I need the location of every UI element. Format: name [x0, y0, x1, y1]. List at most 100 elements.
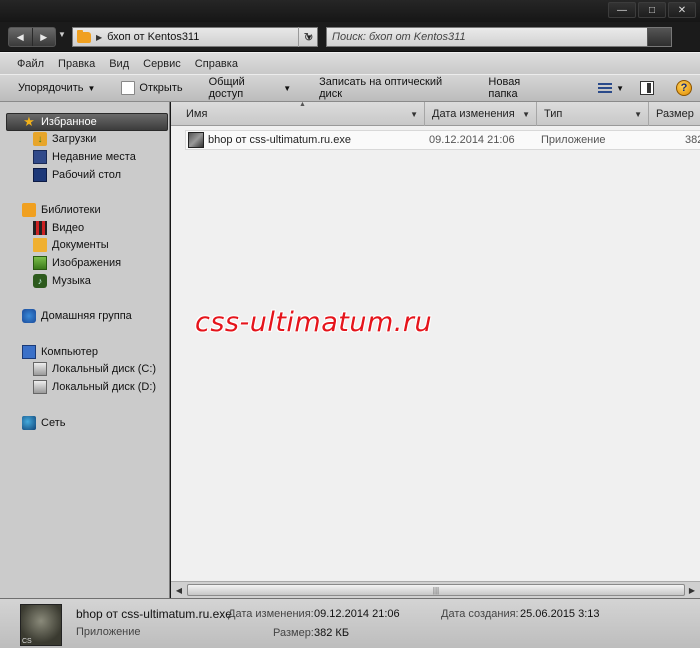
navigation-pane[interactable]: ★ Избранное Загрузки Недавние места Рабо…	[0, 102, 170, 598]
desktop-icon	[33, 167, 47, 182]
menu-help[interactable]: Справка	[188, 58, 245, 70]
sidebar-item-computer[interactable]: Компьютер	[0, 343, 169, 361]
open-button[interactable]: Открыть	[103, 75, 190, 101]
table-row[interactable]: bhop от css-ultimatum.ru.exe 09.12.2014 …	[185, 130, 700, 150]
watermark-text: css-ultimatum.ru	[195, 307, 433, 338]
horizontal-scrollbar[interactable]: ◀ ||| ▶	[171, 581, 700, 598]
column-header-label: Дата изменения	[432, 108, 515, 120]
scrollbar-thumb[interactable]: |||	[187, 584, 685, 596]
organize-button[interactable]: Упорядочить ▼	[0, 75, 103, 101]
sidebar-item-label: Недавние места	[52, 150, 136, 163]
sidebar-item-video[interactable]: Видео	[0, 219, 169, 237]
address-row: ◀ ▶ ▼ ▶ бхоп от Kentos311 ▼ ↻	[0, 22, 700, 52]
chevron-down-icon: ▼	[616, 83, 624, 93]
column-header-type[interactable]: Тип ▼	[537, 102, 649, 126]
sidebar-item-libraries[interactable]: Библиотеки	[0, 201, 169, 219]
details-size-label: Размер:	[273, 627, 314, 639]
breadcrumb-current-folder[interactable]: бхоп от Kentos311	[107, 31, 300, 43]
close-button[interactable]: ✕	[668, 2, 696, 18]
chevron-down-icon[interactable]: ▼	[410, 110, 418, 119]
sidebar-item-recent-places[interactable]: Недавние места	[0, 148, 169, 166]
view-list-icon	[598, 83, 613, 93]
menu-file[interactable]: Файл	[10, 58, 51, 70]
share-button[interactable]: Общий доступ ▼	[191, 75, 300, 101]
sidebar-item-label: Сеть	[41, 416, 66, 429]
back-button[interactable]: ◀	[9, 28, 32, 46]
sidebar-item-drive-c[interactable]: Локальный диск (C:)	[0, 361, 169, 379]
details-size-value: 382 КБ	[314, 627, 350, 639]
chevron-down-icon[interactable]: ▼	[522, 110, 530, 119]
preview-pane-icon	[640, 81, 654, 95]
file-modified: 09.12.2014 21:06	[429, 134, 515, 146]
breadcrumb-separator-icon[interactable]: ▶	[96, 33, 102, 42]
details-filename: bhop от css-ultimatum.ru.exe	[76, 607, 232, 621]
pictures-icon	[33, 255, 47, 270]
file-name-cell: bhop от css-ultimatum.ru.exe	[188, 131, 351, 149]
scroll-right-icon[interactable]: ▶	[684, 582, 700, 598]
details-pane: CS bhop от css-ultimatum.ru.exe Приложен…	[0, 598, 700, 648]
menu-tools[interactable]: Сервис	[136, 58, 188, 70]
sidebar-item-documents[interactable]: Документы	[0, 237, 169, 255]
share-label: Общий доступ	[208, 76, 245, 100]
recent-pages-button[interactable]: ▼	[58, 30, 66, 39]
menu-view[interactable]: Вид	[102, 58, 136, 70]
network-group: Сеть	[0, 414, 169, 432]
chevron-down-icon: ▼	[87, 83, 96, 93]
search-input[interactable]	[332, 31, 647, 43]
sidebar-item-label: Библиотеки	[41, 204, 101, 217]
view-options-button[interactable]: ▼	[558, 75, 632, 101]
sidebar-item-downloads[interactable]: Загрузки	[0, 131, 169, 149]
drive-icon	[33, 379, 47, 394]
new-folder-button[interactable]: Новая папка	[470, 75, 558, 101]
network-icon	[22, 415, 36, 430]
title-bar: — □ ✕	[0, 0, 700, 22]
exe-file-icon	[188, 132, 204, 148]
sidebar-item-music[interactable]: ♪ Музыка	[0, 272, 169, 290]
chevron-down-icon[interactable]: ▼	[634, 110, 642, 119]
minimize-button[interactable]: —	[608, 2, 636, 18]
maximize-button[interactable]: □	[638, 2, 666, 18]
video-icon	[33, 220, 47, 235]
sidebar-item-pictures[interactable]: Изображения	[0, 254, 169, 272]
sidebar-item-label: Избранное	[41, 115, 97, 128]
file-thumbnail: CS	[20, 604, 62, 646]
column-header-name[interactable]: Имя ▼	[179, 102, 425, 126]
sidebar-item-label: Рабочий стол	[52, 168, 122, 181]
sidebar-item-favorites[interactable]: ★ Избранное	[6, 113, 168, 131]
sidebar-item-label: Локальный диск (C:)	[52, 363, 157, 376]
column-header-label: Имя	[186, 108, 208, 120]
help-button[interactable]: ?	[662, 75, 700, 101]
forward-button[interactable]: ▶	[31, 28, 56, 46]
sidebar-item-drive-d[interactable]: Локальный диск (D:)	[0, 378, 169, 396]
column-header-label: Размер	[656, 108, 694, 120]
menu-bar: Файл Правка Вид Сервис Справка	[0, 52, 700, 74]
libraries-icon	[22, 203, 36, 218]
sidebar-item-desktop[interactable]: Рабочий стол	[0, 166, 169, 184]
sidebar-item-network[interactable]: Сеть	[0, 414, 169, 432]
recent-places-icon	[33, 149, 47, 164]
menu-edit[interactable]: Правка	[51, 58, 102, 70]
burn-button[interactable]: Записать на оптический диск	[299, 75, 470, 101]
search-icon[interactable]	[647, 28, 671, 46]
sidebar-item-label: Локальный диск (D:)	[52, 380, 157, 393]
thumbnail-tag: CS	[22, 638, 32, 645]
file-size: 382	[685, 134, 700, 146]
search-box[interactable]	[326, 27, 672, 47]
column-header-modified[interactable]: Дата изменения ▼	[425, 102, 537, 126]
favorites-group: ★ Избранное Загрузки Недавние места Рабо…	[0, 113, 169, 183]
sidebar-item-label: Загрузки	[52, 133, 97, 146]
sidebar-item-label: Документы	[52, 239, 109, 252]
help-icon: ?	[676, 80, 692, 96]
scroll-left-icon[interactable]: ◀	[171, 582, 187, 598]
preview-pane-button[interactable]	[632, 75, 662, 101]
new-folder-label: Новая папка	[488, 76, 521, 100]
details-type: Приложение	[76, 626, 141, 638]
address-bar[interactable]: ▶ бхоп от Kentos311 ▼	[72, 27, 318, 47]
application-icon	[121, 81, 136, 95]
file-list[interactable]: ▲ Имя ▼ Дата изменения ▼ Тип ▼ Размер bh…	[171, 101, 700, 598]
column-header-size[interactable]: Размер	[649, 102, 700, 126]
file-type: Приложение	[541, 134, 606, 146]
sidebar-item-homegroup[interactable]: Домашняя группа	[0, 307, 169, 325]
drive-icon	[33, 362, 47, 377]
refresh-button[interactable]: ↻	[298, 27, 318, 47]
